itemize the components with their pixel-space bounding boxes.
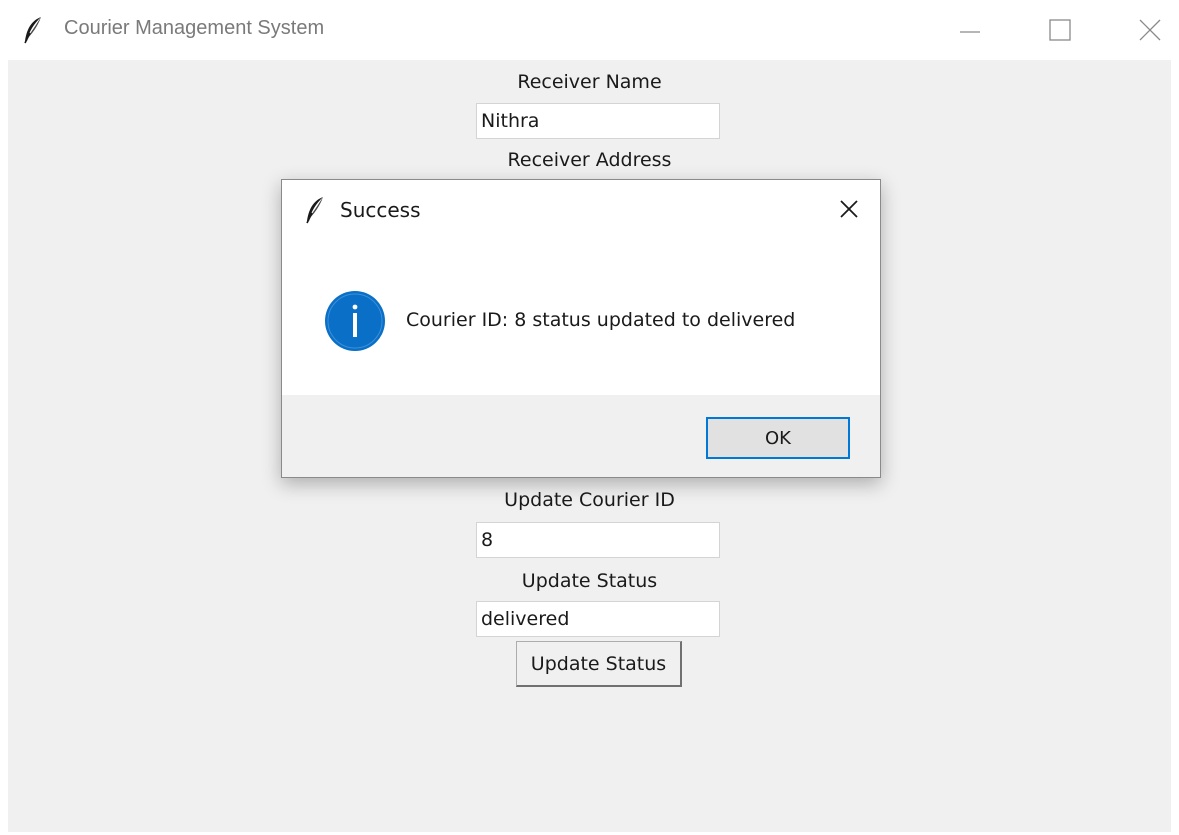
receiver-name-label: Receiver Name — [517, 71, 662, 93]
dialog-footer: OK — [282, 395, 880, 477]
update-courier-id-input[interactable] — [476, 522, 720, 558]
dialog-close-icon[interactable] — [834, 194, 864, 224]
update-status-button[interactable]: Update Status — [516, 641, 682, 687]
update-courier-id-label: Update Courier ID — [504, 489, 675, 511]
title-bar[interactable]: Courier Management System — [0, 0, 1179, 60]
minimize-icon[interactable] — [942, 8, 998, 52]
window-title: Courier Management System — [64, 17, 325, 39]
receiver-address-label: Receiver Address — [507, 149, 672, 171]
close-icon[interactable] — [1122, 8, 1178, 52]
dialog-message: Courier ID: 8 status updated to delivere… — [406, 309, 796, 331]
update-status-label: Update Status — [521, 570, 658, 592]
update-status-input[interactable] — [476, 601, 720, 637]
maximize-icon[interactable] — [1032, 8, 1088, 52]
success-dialog: Success Courier ID: 8 status updated to … — [281, 179, 881, 478]
feather-icon — [306, 197, 323, 224]
ok-button[interactable]: OK — [706, 417, 850, 459]
feather-icon — [24, 17, 41, 44]
dialog-title: Success — [340, 198, 421, 222]
receiver-name-input[interactable] — [476, 103, 720, 139]
main-window: Courier Management System Receiver Name … — [0, 0, 1179, 835]
info-icon — [325, 291, 385, 351]
